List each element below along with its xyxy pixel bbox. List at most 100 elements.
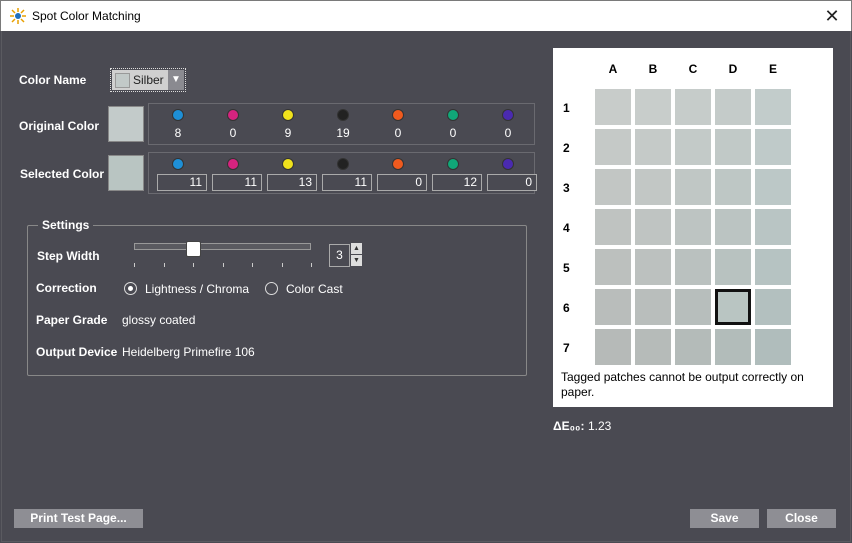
- grid-patch-d7[interactable]: [715, 329, 751, 365]
- color-name-combo[interactable]: Silber ▼: [110, 68, 186, 92]
- grid-patch-d6[interactable]: [715, 289, 751, 325]
- grid-patch-b2[interactable]: [635, 129, 671, 165]
- orange-ink-column: 0: [373, 104, 423, 144]
- grid-patch-d4[interactable]: [715, 209, 751, 245]
- grid-patch-e5[interactable]: [755, 249, 791, 285]
- slider-tick: [193, 263, 194, 267]
- color-name-value: Silber: [133, 73, 164, 87]
- correction-lightness-label[interactable]: Lightness / Chroma: [145, 282, 249, 296]
- spinner-down-icon[interactable]: ▼: [351, 255, 362, 266]
- grid-patch-b6[interactable]: [635, 289, 671, 325]
- tagged-patches-note: Tagged patches cannot be output correctl…: [561, 370, 804, 399]
- violet-ink-dot-icon: [502, 158, 514, 170]
- orange-ink-column: 0: [373, 153, 427, 193]
- output-device-label: Output Device: [36, 345, 118, 359]
- correction-colorcast-label[interactable]: Color Cast: [286, 282, 343, 296]
- spinner-up-icon[interactable]: ▲: [351, 243, 362, 254]
- grid-patch-b1[interactable]: [635, 89, 671, 125]
- color-name-swatch: [115, 73, 130, 88]
- green-ink-value-field[interactable]: 12: [432, 174, 482, 191]
- grid-patch-c1[interactable]: [675, 89, 711, 125]
- close-icon[interactable]: ✕: [821, 5, 843, 27]
- grid-patch-b7[interactable]: [635, 329, 671, 365]
- black-ink-dot-icon: [337, 158, 349, 170]
- violet-ink-dot-icon: [502, 109, 514, 121]
- yellow-ink-dot-icon: [282, 158, 294, 170]
- grid-patch-b3[interactable]: [635, 169, 671, 205]
- grid-patch-e4[interactable]: [755, 209, 791, 245]
- grid-patch-e3[interactable]: [755, 169, 791, 205]
- grid-patch-a4[interactable]: [595, 209, 631, 245]
- magenta-ink-value-field[interactable]: 11: [212, 174, 262, 191]
- delta-e-label: ΔE₀₀:: [553, 419, 585, 433]
- chevron-down-icon[interactable]: ▼: [168, 70, 184, 90]
- paper-grade-label: Paper Grade: [36, 313, 108, 327]
- grid-patch-b5[interactable]: [635, 249, 671, 285]
- orange-ink-value-field[interactable]: 0: [377, 174, 427, 191]
- step-width-spinner-value[interactable]: 3: [329, 244, 350, 267]
- slider-tick: [281, 263, 283, 267]
- green-ink-dot-icon: [447, 158, 459, 170]
- grid-patch-a7[interactable]: [595, 329, 631, 365]
- orange-ink-value: 0: [394, 126, 402, 140]
- black-ink-column: 11: [318, 153, 372, 193]
- grid-patch-e1[interactable]: [755, 89, 791, 125]
- print-test-page-button[interactable]: Print Test Page...: [14, 509, 143, 528]
- grid-patch-c7[interactable]: [675, 329, 711, 365]
- yellow-ink-value-field[interactable]: 13: [267, 174, 317, 191]
- selected-ink-values: 11 11 13 11 0 12 0: [148, 152, 537, 194]
- grid-patch-c4[interactable]: [675, 209, 711, 245]
- title-bar: Spot Color Matching ✕: [0, 0, 852, 31]
- black-ink-dot-icon: [337, 109, 349, 121]
- violet-ink-value-field[interactable]: 0: [487, 174, 537, 191]
- original-color-swatch: [108, 106, 144, 142]
- variation-grid-panel: Tagged patches cannot be output correctl…: [553, 48, 833, 407]
- violet-ink-column: 0: [483, 153, 537, 193]
- yellow-ink-dot-icon: [282, 109, 294, 121]
- step-width-slider-track[interactable]: [134, 243, 311, 250]
- grid-column-label: A: [608, 62, 618, 76]
- grid-patch-a1[interactable]: [595, 89, 631, 125]
- grid-row-label: 1: [563, 101, 570, 115]
- selected-color-label: Selected Color: [20, 167, 105, 181]
- grid-patch-e7[interactable]: [755, 329, 791, 365]
- grid-patch-d3[interactable]: [715, 169, 751, 205]
- grid-patch-d1[interactable]: [715, 89, 751, 125]
- grid-patch-c6[interactable]: [675, 289, 711, 325]
- grid-patch-c3[interactable]: [675, 169, 711, 205]
- grid-patch-b4[interactable]: [635, 209, 671, 245]
- grid-patch-d2[interactable]: [715, 129, 751, 165]
- grid-row-label: 5: [563, 261, 570, 275]
- black-ink-value-field[interactable]: 11: [322, 174, 372, 191]
- grid-patch-c5[interactable]: [675, 249, 711, 285]
- grid-patch-a5[interactable]: [595, 249, 631, 285]
- close-button[interactable]: Close: [767, 509, 836, 528]
- magenta-ink-column: 11: [208, 153, 262, 193]
- slider-tick: [163, 263, 165, 267]
- grid-patch-e6[interactable]: [755, 289, 791, 325]
- cyan-ink-column: 11: [153, 153, 207, 193]
- grid-patch-a2[interactable]: [595, 129, 631, 165]
- grid-row-label: 3: [563, 181, 570, 195]
- violet-ink-column: 0: [483, 104, 533, 144]
- yellow-ink-value: 9: [284, 126, 292, 140]
- delta-e-value: 1.23: [588, 419, 612, 433]
- slider-tick: [252, 263, 253, 267]
- grid-patch-c2[interactable]: [675, 129, 711, 165]
- correction-lightness-radio[interactable]: [124, 282, 137, 295]
- grid-patch-e2[interactable]: [755, 129, 791, 165]
- green-ink-column: 12: [428, 153, 482, 193]
- orange-ink-dot-icon: [392, 109, 404, 121]
- correction-colorcast-radio[interactable]: [265, 282, 278, 295]
- grid-patch-d5[interactable]: [715, 249, 751, 285]
- green-ink-dot-icon: [447, 109, 459, 121]
- step-width-label: Step Width: [37, 249, 100, 263]
- cyan-ink-column: 8: [153, 104, 203, 144]
- step-width-slider-thumb[interactable]: [186, 241, 201, 257]
- grid-patch-a6[interactable]: [595, 289, 631, 325]
- cyan-ink-dot-icon: [172, 158, 184, 170]
- correction-label: Correction: [36, 281, 97, 295]
- save-button[interactable]: Save: [690, 509, 759, 528]
- grid-patch-a3[interactable]: [595, 169, 631, 205]
- cyan-ink-value-field[interactable]: 11: [157, 174, 207, 191]
